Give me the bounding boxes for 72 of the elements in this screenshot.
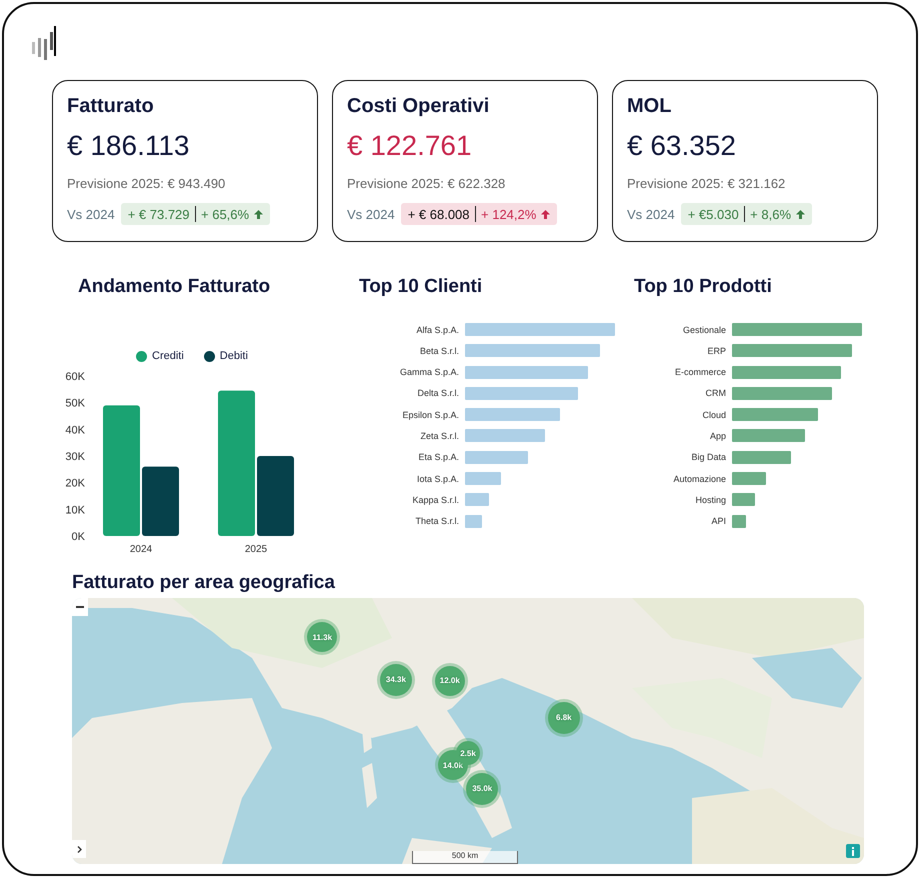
bar-label: Iota S.p.A.: [416, 474, 460, 484]
axis-tick-label: 30K: [65, 451, 85, 463]
bar-label: Gestionale: [682, 324, 727, 334]
section-title: Fatturato per area geografica: [72, 572, 336, 594]
compare-label: Vs 2024: [67, 206, 115, 222]
delta-percent: + 8,6%: [750, 206, 792, 222]
legend-label: Crediti: [152, 350, 184, 362]
delta-amount: + € 68.008: [408, 206, 470, 222]
delta-amount: + €5.030: [688, 206, 739, 222]
bar-label: Eta S.p.A.: [417, 452, 460, 462]
axis-tick-label: 60K: [65, 371, 85, 383]
logo-icon: [30, 24, 56, 60]
bar-label: App: [708, 430, 727, 441]
compare-label: Vs 2024: [347, 206, 395, 222]
forecast-text: Previsione 2025: € 321.162: [627, 176, 786, 191]
compare-label: Vs 2024: [627, 206, 675, 222]
bar-label: Hosting: [694, 494, 727, 505]
bar-label: E-commerce: [674, 367, 727, 378]
kpi-title: MOL: [627, 95, 672, 118]
legend-label: Debiti: [220, 350, 248, 362]
bar: [465, 472, 501, 486]
bar-label: Gamma S.p.A.: [398, 367, 460, 378]
kpi-value: € 186.113: [67, 130, 190, 162]
bar-label: API: [710, 516, 727, 526]
bar-label: Cloud: [701, 410, 727, 420]
bar-label: Automazione: [672, 474, 727, 484]
info-icon: [851, 846, 855, 856]
axis-tick-label: 20K: [65, 478, 85, 490]
bar-label: Alfa S.p.A.: [415, 324, 460, 334]
bar: [732, 514, 746, 528]
bar-label: Epsilon S.p.A.: [401, 410, 460, 420]
chevron-right-icon: [76, 846, 82, 852]
axis-tick-label: 50K: [65, 398, 85, 410]
axis-category-label: 2024: [130, 544, 152, 555]
bar-label: Zeta S.r.l.: [419, 430, 460, 441]
forecast-text: Previsione 2025: € 943.490: [67, 176, 226, 191]
bar-label: ERP: [706, 346, 727, 356]
scale-bar: 500 km: [412, 851, 518, 864]
bar-label: CRM: [704, 388, 727, 398]
kpi-title: Fatturato: [67, 95, 155, 118]
bar-label: Beta S.r.l.: [418, 346, 460, 356]
bar-label: Delta S.r.l.: [416, 388, 460, 398]
kpi-value: € 122.761: [347, 130, 473, 162]
bar: [465, 493, 489, 506]
bar: [465, 450, 528, 464]
arrow-up-icon: [254, 210, 264, 218]
delta-percent: + 124,2%: [481, 206, 536, 222]
bar-label: Theta S.r.l.: [414, 516, 460, 526]
forecast-text: Previsione 2025: € 622.328: [347, 176, 506, 191]
bar-label: Kappa S.r.l.: [411, 494, 460, 505]
chart-title: Top 10 Clienti: [359, 276, 484, 298]
chart-title: Top 10 Prodotti: [634, 276, 773, 298]
arrow-up-icon: [796, 210, 806, 218]
delta-amount: + € 73.729: [128, 206, 190, 222]
bar: [732, 450, 790, 464]
chart-title: Andamento Fatturato: [78, 276, 272, 298]
delta-percent: + 65,6%: [201, 206, 250, 222]
bar: [465, 514, 482, 528]
minus-icon: [76, 606, 84, 608]
bar: [142, 466, 179, 536]
kpi-value: € 63.352: [627, 130, 737, 162]
expand-button[interactable]: [72, 840, 86, 858]
axis-category-label: 2025: [244, 544, 268, 555]
arrow-up-icon: [541, 210, 550, 218]
kpi-title: Costi Operativi: [347, 95, 490, 118]
bar: [732, 493, 756, 506]
bar: [732, 472, 766, 486]
bar-label: Big Data: [690, 452, 727, 462]
info-button[interactable]: [846, 844, 860, 858]
axis-tick-label: 40K: [65, 424, 85, 436]
axis-tick-label: 10K: [65, 504, 85, 516]
axis-tick-label: 0K: [72, 531, 85, 543]
